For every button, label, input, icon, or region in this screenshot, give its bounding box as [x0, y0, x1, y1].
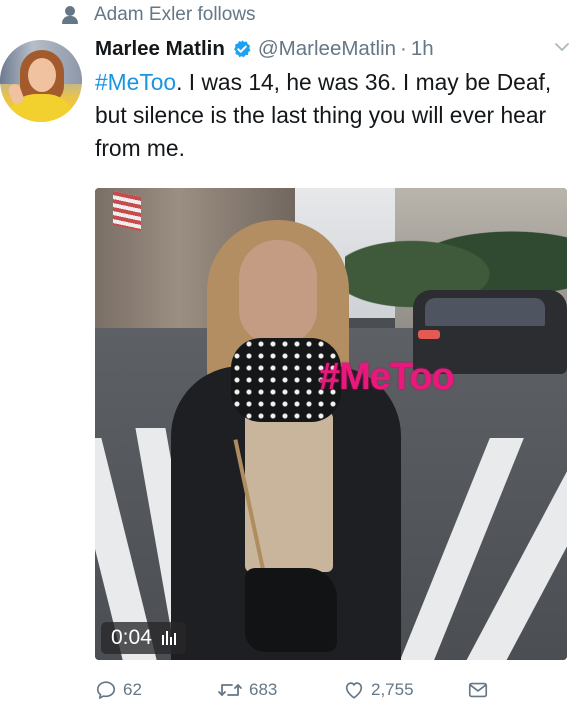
reply-icon: [96, 681, 116, 699]
video-hashtag-overlay: #MeToo: [319, 356, 455, 398]
retweet-button[interactable]: 683: [217, 672, 277, 708]
verified-icon: [234, 40, 251, 58]
video-player[interactable]: #MeToo 0:04: [95, 188, 567, 660]
display-name[interactable]: Marlee Matlin: [95, 37, 225, 61]
tweet-header: Marlee Matlin @MarleeMatlin · 1h: [95, 33, 570, 65]
direct-message-button[interactable]: [467, 672, 495, 708]
tweet-text: #MeToo. I was 14, he was 36. I may be De…: [95, 66, 565, 165]
retweet-icon: [218, 684, 242, 696]
chevron-down-icon[interactable]: [554, 41, 570, 53]
separator-dot: ·: [400, 37, 407, 60]
video-duration-badge: 0:04: [101, 622, 186, 654]
hashtag-link[interactable]: #MeToo: [95, 69, 176, 95]
like-button[interactable]: 2,755: [343, 672, 414, 708]
reply-count: 62: [123, 680, 142, 699]
tweet-actions: 62 683 2,755: [95, 672, 515, 708]
like-count: 2,755: [371, 680, 414, 699]
person-icon: [62, 6, 78, 24]
video-duration: 0:04: [111, 626, 152, 649]
tweet[interactable]: Adam Exler follows Marlee Matlin @Marlee…: [0, 0, 584, 717]
retweet-count: 683: [249, 680, 278, 699]
audio-bars-icon: [161, 631, 176, 645]
reply-button[interactable]: 62: [95, 672, 142, 708]
message-icon: [468, 682, 488, 698]
user-handle[interactable]: @MarleeMatlin: [258, 37, 396, 61]
social-context-text: Adam Exler follows: [94, 4, 256, 25]
avatar[interactable]: [0, 40, 82, 122]
social-context: Adam Exler follows: [62, 2, 256, 28]
timestamp[interactable]: 1h: [411, 37, 434, 61]
like-icon: [345, 682, 363, 699]
